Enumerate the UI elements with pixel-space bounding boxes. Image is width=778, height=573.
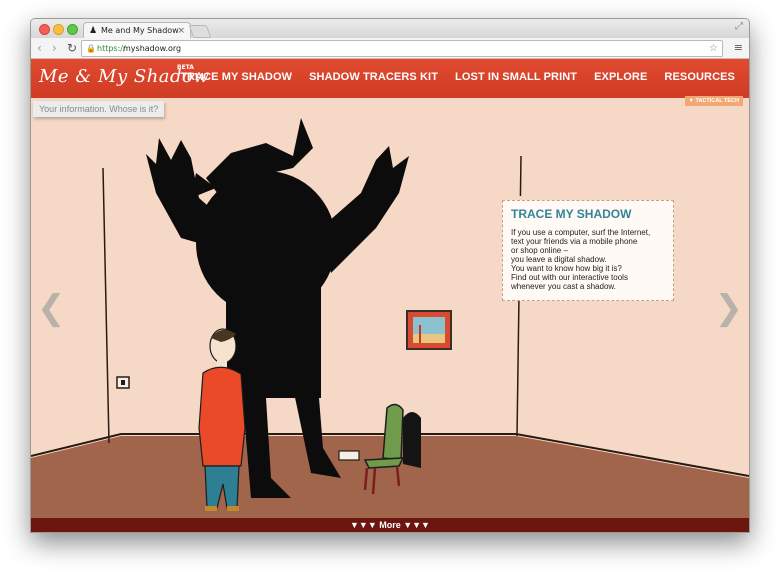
new-tab-button[interactable] bbox=[188, 25, 212, 38]
maximize-window-button[interactable] bbox=[67, 24, 78, 35]
trace-my-shadow-panel: Trace My Shadow If you use a computer, s… bbox=[502, 200, 674, 301]
fullscreen-icon[interactable]: ⤢ bbox=[735, 21, 743, 32]
browser-tab[interactable]: ♟ Me and My Shadow × bbox=[83, 22, 191, 39]
nav-shadow-tracers-kit[interactable]: Shadow Tracers Kit bbox=[309, 71, 438, 83]
left-wall-corner bbox=[102, 167, 110, 444]
lock-icon: 🔒 bbox=[86, 44, 96, 53]
shadow-favicon-icon: ♟ bbox=[89, 26, 98, 36]
forward-button[interactable]: › bbox=[52, 40, 57, 56]
tab-title: Me and My Shadow bbox=[101, 26, 179, 35]
title-bar: ♟ Me and My Shadow × ⤢ bbox=[31, 19, 749, 39]
browser-window: ♟ Me and My Shadow × ⤢ ‹ › ↻ 🔒 https:// … bbox=[30, 18, 750, 533]
url-host: myshadow.org bbox=[123, 44, 182, 53]
beta-tag: BETA bbox=[177, 64, 194, 71]
more-button[interactable]: ▼▼▼ More ▼▼▼ bbox=[31, 518, 749, 532]
panel-title[interactable]: Trace My Shadow bbox=[511, 207, 665, 221]
reload-button[interactable]: ↻ bbox=[67, 40, 77, 56]
power-outlet bbox=[338, 450, 360, 461]
main-nav: Trace My Shadow Shadow Tracers Kit Lost … bbox=[180, 71, 735, 83]
nav-lost-in-small-print[interactable]: Lost in Small Print bbox=[455, 71, 577, 83]
nav-trace-my-shadow[interactable]: Trace My Shadow bbox=[180, 71, 292, 83]
back-button[interactable]: ‹ bbox=[37, 40, 42, 56]
minimize-window-button[interactable] bbox=[53, 24, 64, 35]
room-illustration bbox=[31, 118, 749, 518]
bookmark-star-icon[interactable]: ☆ bbox=[709, 41, 718, 56]
carousel-prev-button[interactable]: ❮ bbox=[37, 291, 66, 325]
nav-explore[interactable]: Explore bbox=[594, 71, 647, 83]
close-window-button[interactable] bbox=[39, 24, 50, 35]
browser-toolbar: ‹ › ↻ 🔒 https:// myshadow.org ☆ ≡ bbox=[31, 38, 749, 59]
carousel-next-button[interactable]: ❯ bbox=[715, 291, 744, 325]
address-bar[interactable]: 🔒 https:// myshadow.org ☆ bbox=[81, 40, 723, 57]
tab-close-icon[interactable]: × bbox=[177, 23, 185, 39]
browser-menu-icon[interactable]: ≡ bbox=[734, 41, 743, 55]
framed-picture bbox=[406, 310, 452, 350]
panel-body: If you use a computer, surf the Internet… bbox=[511, 228, 651, 291]
nav-resources[interactable]: Resources bbox=[664, 71, 735, 83]
web-page: Me & My Shadow BETA Trace My Shadow Shad… bbox=[31, 59, 749, 532]
mouse-hole bbox=[403, 412, 421, 468]
url-scheme: https:// bbox=[97, 44, 126, 53]
site-header: Me & My Shadow BETA Trace My Shadow Shad… bbox=[31, 59, 749, 98]
